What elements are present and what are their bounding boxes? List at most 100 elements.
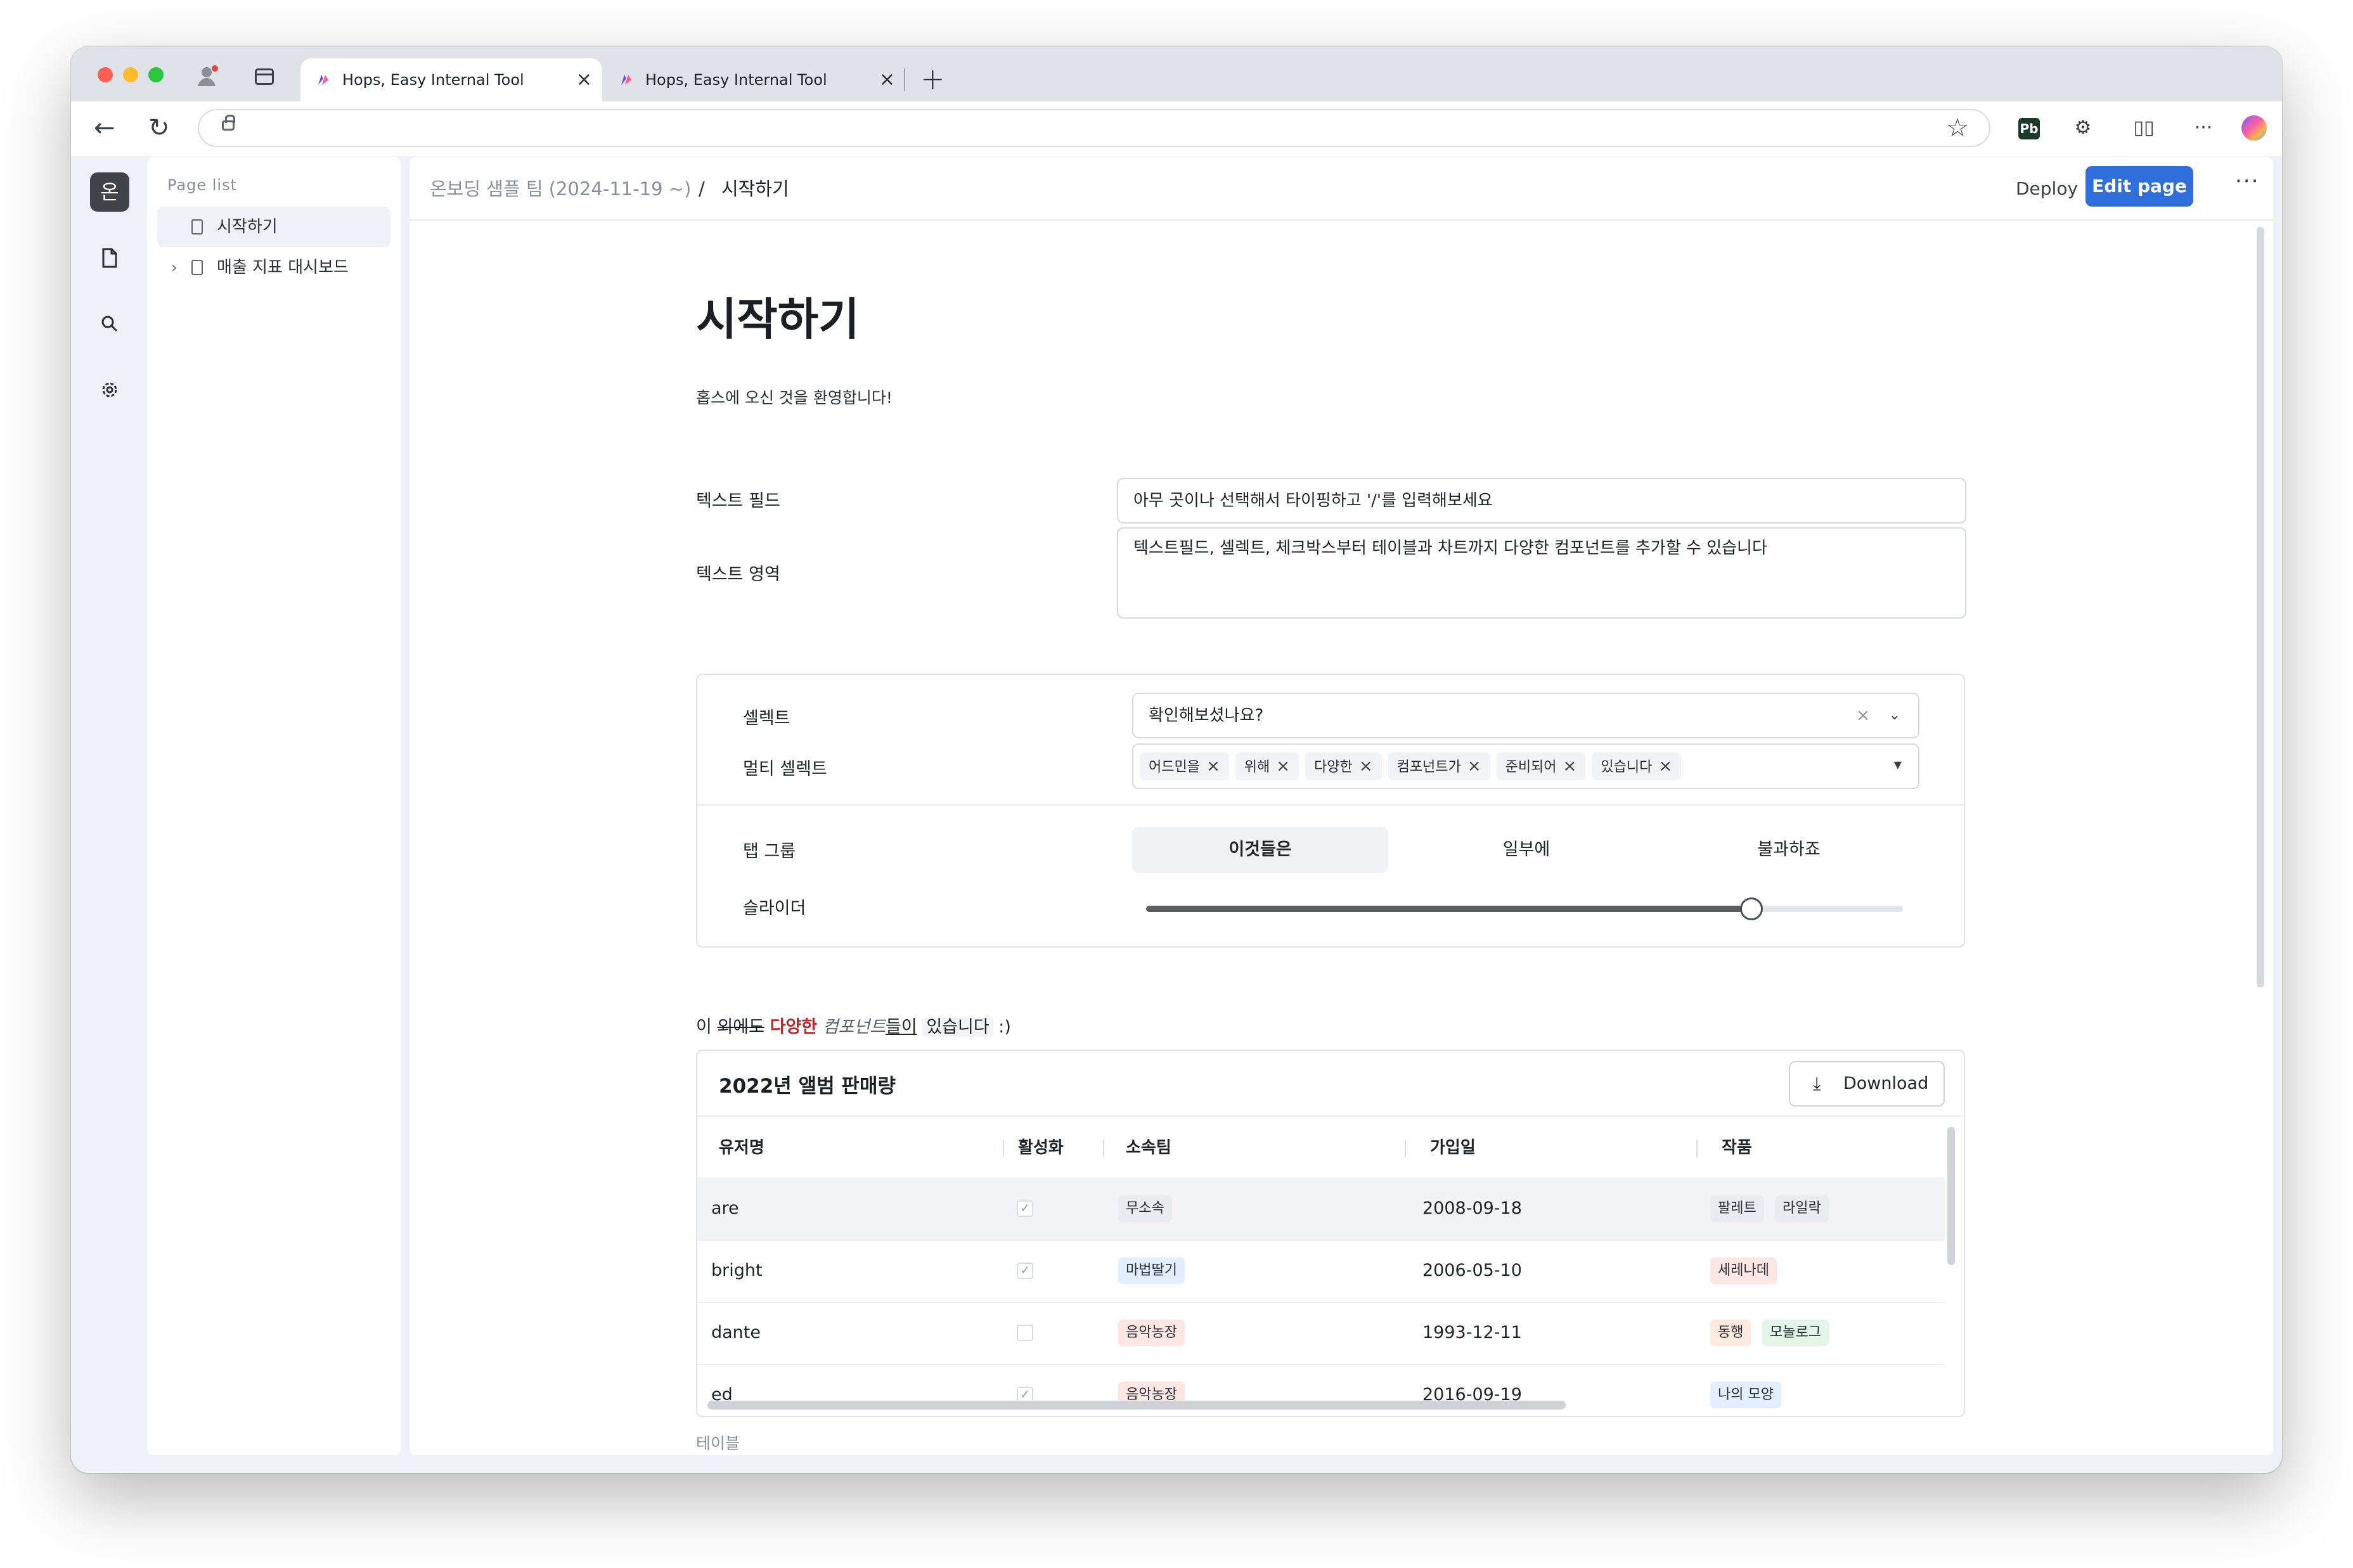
- team-tag: 무소속: [1118, 1195, 1172, 1222]
- select-value: 확인해보셨나요?: [1149, 706, 1264, 725]
- checkbox-checked[interactable]: ✓: [1017, 1200, 1033, 1217]
- column-header-joined[interactable]: 가입일: [1430, 1134, 1476, 1158]
- table-row[interactable]: bright ✓ 마법딸기 2006-05-10 세레나데: [697, 1240, 1945, 1303]
- bookmark-star-icon[interactable]: ☆: [1946, 113, 1969, 143]
- multi-select-chip: 다양한 ×: [1305, 752, 1382, 780]
- zoom-window-button[interactable]: [148, 67, 164, 82]
- tab-group-option-2[interactable]: 일부에: [1398, 827, 1654, 873]
- profile-icon[interactable]: [195, 63, 221, 89]
- edit-page-button[interactable]: Edit page: [2085, 166, 2193, 207]
- column-header-team[interactable]: 소속팀: [1126, 1134, 1171, 1158]
- chevron-right-icon[interactable]: ›: [171, 247, 177, 288]
- new-tab-button[interactable]: +: [920, 60, 945, 98]
- doc-icon[interactable]: [90, 238, 129, 278]
- search-icon[interactable]: [90, 304, 129, 344]
- address-bar[interactable]: ☆: [198, 109, 1990, 147]
- page-list-item-start[interactable]: 시작하기: [157, 207, 390, 247]
- table-row[interactable]: are ✓ 무소속 2008-09-18 팔레트 라일락: [697, 1178, 1945, 1241]
- work-tag: 라일락: [1775, 1195, 1829, 1222]
- download-button[interactable]: ⤓ Download: [1789, 1061, 1945, 1107]
- tab-hops-inactive[interactable]: Hops, Easy Internal Tool ×: [603, 58, 905, 101]
- deploy-button[interactable]: Deploy: [2016, 176, 2078, 202]
- text-area-input[interactable]: 텍스트필드, 셀렉트, 체크박스부터 테이블과 차트까지 다양한 컴포넌트를 추…: [1117, 527, 1966, 619]
- rich-text-span: [817, 1017, 823, 1037]
- rich-text-code: 있습니다: [922, 1017, 993, 1037]
- slider-thumb[interactable]: [1740, 897, 1763, 920]
- tab-group-option-1[interactable]: 이것들은: [1132, 827, 1388, 873]
- column-header-user[interactable]: 유저명: [719, 1134, 764, 1158]
- tab-group-option-3[interactable]: 불과하죠: [1661, 827, 1917, 873]
- multi-select-dropdown[interactable]: 어드민을 × 위해 × 다양한 × 컴포넌트가 × 준비되어 × 있습니다 × ▼: [1132, 743, 1919, 789]
- chevron-down-icon[interactable]: ⌄: [1889, 694, 1900, 737]
- panel-divider: [697, 804, 1964, 806]
- multi-select-label: 멀티 셀렉트: [743, 759, 827, 779]
- text-field-input[interactable]: 아무 곳이나 선택해서 타이핑하고 '/'를 입력해보세요: [1117, 478, 1966, 524]
- column-header-active[interactable]: 활성화: [1018, 1134, 1064, 1158]
- tab-group: 이것들은 일부에 불과하죠: [1132, 827, 1924, 873]
- team-tag: 마법딸기: [1118, 1257, 1185, 1284]
- table-horizontal-scrollbar[interactable]: [707, 1401, 1566, 1410]
- gear-icon[interactable]: [90, 370, 129, 409]
- workspace-avatar[interactable]: 온: [90, 172, 129, 212]
- table-vertical-scrollbar[interactable]: [1947, 1127, 1955, 1265]
- chip-label: 있습니다: [1601, 759, 1653, 775]
- select-dropdown[interactable]: 확인해보셨나요? × ⌄: [1132, 693, 1919, 738]
- minimize-window-button[interactable]: [123, 67, 138, 82]
- column-header-works[interactable]: 작품: [1722, 1134, 1752, 1158]
- breadcrumb-current-page: 시작하기: [721, 178, 789, 200]
- close-tab-icon[interactable]: ×: [879, 58, 895, 101]
- pb-extension-icon[interactable]: Pb: [2018, 118, 2040, 139]
- page-scrollbar[interactable]: [2257, 227, 2264, 987]
- checkbox-checked[interactable]: ✓: [1017, 1263, 1033, 1279]
- lock-icon[interactable]: [222, 115, 235, 131]
- slider-track[interactable]: [1146, 897, 1903, 920]
- close-tab-icon[interactable]: ×: [576, 58, 592, 101]
- back-arrow-icon[interactable]: ←: [94, 113, 115, 143]
- chip-label: 어드민을: [1149, 759, 1200, 775]
- tab-divider: [904, 68, 905, 91]
- work-tag: 나의 모양: [1710, 1382, 1781, 1408]
- checkbox-unchecked[interactable]: [1017, 1325, 1033, 1341]
- close-window-button[interactable]: [98, 67, 113, 82]
- chip-remove-icon[interactable]: ×: [1658, 757, 1672, 776]
- table-row[interactable]: dante 음악농장 1993-12-11 동행 모놀로그: [697, 1302, 1945, 1365]
- tab-hops-active[interactable]: Hops, Easy Internal Tool ×: [300, 58, 602, 101]
- caret-down-icon[interactable]: ▼: [1894, 759, 1902, 771]
- chip-remove-icon[interactable]: ×: [1467, 757, 1481, 776]
- text-field-label: 텍스트 필드: [696, 491, 780, 511]
- tab-group-label: 탭 그룹: [743, 842, 796, 861]
- chip-remove-icon[interactable]: ×: [1563, 757, 1577, 776]
- extensions-puzzle-icon[interactable]: ⚙: [2069, 114, 2097, 142]
- reload-icon[interactable]: ↻: [148, 113, 170, 143]
- clear-icon[interactable]: ×: [1856, 694, 1870, 737]
- cell-user: are: [711, 1198, 739, 1218]
- cell-user: dante: [711, 1323, 761, 1342]
- breadcrumb-separator: /: [699, 178, 705, 200]
- column-resize-handle[interactable]: [1696, 1140, 1698, 1157]
- page-list-title: Page list: [167, 176, 237, 194]
- work-tag: 세레나데: [1710, 1257, 1777, 1284]
- column-resize-handle[interactable]: [1103, 1140, 1104, 1157]
- cell-joined: 1993-12-11: [1422, 1323, 1522, 1342]
- more-options-icon[interactable]: ···: [2235, 169, 2259, 194]
- chip-label: 다양한: [1314, 759, 1353, 775]
- cell-user: bright: [711, 1261, 763, 1280]
- page-canvas: 온보딩 샘플 팀 (2024-11-19 ~) / 시작하기 Deploy Ed…: [409, 157, 2273, 1455]
- chip-remove-icon[interactable]: ×: [1359, 757, 1373, 776]
- column-resize-handle[interactable]: [1405, 1140, 1406, 1157]
- chip-remove-icon[interactable]: ×: [1276, 757, 1290, 776]
- split-view-icon[interactable]: ▯▯: [2130, 114, 2158, 142]
- page-list-item-sales-dashboard[interactable]: › 매출 지표 대시보드: [157, 247, 390, 288]
- rich-text-span: :): [993, 1017, 1011, 1037]
- browser-menu-icon[interactable]: ···: [2189, 114, 2217, 142]
- copilot-icon[interactable]: [2241, 115, 2267, 141]
- multi-select-chip: 어드민을 ×: [1140, 752, 1229, 780]
- column-resize-handle[interactable]: [1003, 1140, 1004, 1157]
- chip-remove-icon[interactable]: ×: [1206, 757, 1220, 776]
- slider-label: 슬라이더: [743, 899, 806, 918]
- tab-actions-icon[interactable]: [255, 68, 274, 85]
- rich-text-line: 이 외에도 다양한 컴포넌트들이 있습니다 :): [696, 1013, 1011, 1038]
- hops-favicon-icon: [621, 75, 631, 85]
- chip-label: 준비되어: [1505, 759, 1557, 775]
- breadcrumb-team[interactable]: 온보딩 샘플 팀 (2024-11-19 ~): [430, 176, 691, 202]
